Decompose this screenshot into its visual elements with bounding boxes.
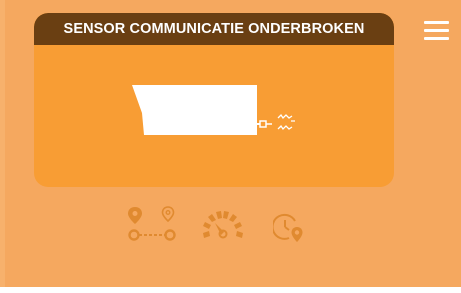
clock-location-icon[interactable] <box>273 213 307 245</box>
speedometer-icon[interactable] <box>200 209 246 241</box>
app-screen: SENSOR COMMUNICATIE ONDERBROKEN <box>0 0 461 293</box>
screen-bottom-edge <box>0 287 461 293</box>
card-header: SENSOR COMMUNICATIE ONDERBROKEN <box>34 13 394 45</box>
menu-bar-middle <box>424 29 449 32</box>
menu-bar-bottom <box>424 37 449 40</box>
menu-bar-top <box>424 21 449 24</box>
hamburger-menu-icon[interactable] <box>424 19 450 41</box>
route-icon[interactable] <box>126 205 178 243</box>
screen-left-edge <box>0 0 5 293</box>
card-title: SENSOR COMMUNICATIE ONDERBROKEN <box>63 21 365 37</box>
status-card: SENSOR COMMUNICATIE ONDERBROKEN <box>34 13 394 187</box>
disconnected-sensor-icon <box>132 85 295 135</box>
